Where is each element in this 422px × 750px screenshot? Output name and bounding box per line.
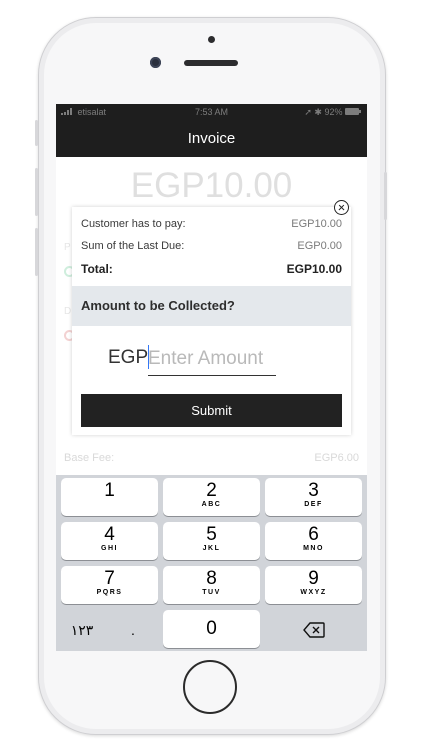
text-caret	[148, 345, 149, 369]
currency-label: EGP	[108, 347, 149, 368]
close-circle-icon[interactable]	[334, 200, 349, 215]
key-2[interactable]: 2 ABC	[163, 478, 260, 516]
key-6[interactable]: 6 MNO	[265, 522, 362, 560]
key-3[interactable]: 3 DEF	[265, 478, 362, 516]
key-arabic-numerals[interactable]: ١٢٣	[56, 610, 108, 648]
proximity-sensor	[208, 36, 215, 43]
backspace-icon	[302, 622, 325, 638]
ghost-label: D	[64, 306, 72, 317]
mute-switch	[35, 120, 38, 146]
customer-pay-row: Customer has to pay: EGP10.00	[81, 218, 342, 230]
total-row: Total: EGP10.00	[81, 262, 342, 276]
key-decimal[interactable]: .	[108, 610, 158, 648]
key-8[interactable]: 8 TUV	[163, 566, 260, 604]
invoice-amount: EGP10.00	[130, 166, 293, 205]
battery-icon	[345, 108, 361, 115]
battery-percent: 92%	[324, 107, 343, 117]
submit-button[interactable]: Submit	[81, 394, 342, 427]
key-7[interactable]: 7 PQRS	[61, 566, 158, 604]
base-fee-label: Base Fee:	[64, 452, 115, 464]
key-4[interactable]: 4 GHI	[61, 522, 158, 560]
key-1[interactable]: 1	[61, 478, 158, 516]
front-camera	[150, 57, 161, 68]
base-fee-value: EGP6.00	[314, 452, 359, 464]
nav-title: Invoice	[56, 120, 367, 157]
collect-dialog: Customer has to pay: EGP10.00 Sum of the…	[72, 207, 351, 435]
volume-down-button	[35, 228, 38, 276]
amount-input[interactable]	[148, 343, 276, 376]
key-5[interactable]: 5 JKL	[163, 522, 260, 560]
numeric-keyboard: 1 2 ABC 3 DEF 4 GHI 5 JKL 6 MNO 7 PQRS 8 TUV 9W…	[56, 475, 367, 651]
key-9[interactable]: 9 WXYZ	[265, 566, 362, 604]
ghost-label: P	[64, 242, 71, 253]
location-icon: ➚	[304, 107, 312, 117]
last-due-row: Sum of the Last Due: EGP0.00	[81, 240, 342, 252]
home-button[interactable]	[183, 660, 237, 714]
key-delete[interactable]	[265, 610, 362, 648]
power-button	[384, 172, 387, 220]
bluetooth-icon: ✱	[314, 107, 322, 117]
volume-up-button	[35, 168, 38, 216]
collect-question: Amount to be Collected?	[72, 286, 351, 326]
status-right: ➚ ✱ 92%	[304, 107, 361, 118]
status-bar: etisalat 7:53 AM ➚ ✱ 92%	[56, 104, 367, 120]
key-0[interactable]: 0	[163, 610, 260, 648]
earpiece-speaker	[184, 60, 238, 66]
phone-screen: etisalat 7:53 AM ➚ ✱ 92% Invoice EGP10.0…	[56, 104, 367, 651]
